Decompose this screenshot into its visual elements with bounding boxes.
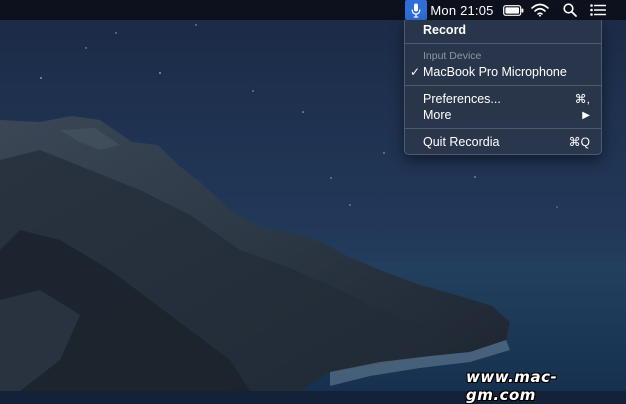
menu-bar-clock[interactable]: Mon 21:05 — [430, 0, 494, 20]
battery-status-item[interactable] — [502, 0, 524, 20]
menu-separator — [405, 43, 601, 44]
wifi-status-item[interactable] — [529, 0, 551, 20]
quit-label: Quit Recordia — [423, 135, 500, 149]
control-center-icon — [590, 4, 606, 16]
more-submenu-item[interactable]: More ▶ — [405, 106, 601, 124]
input-device-header-label: Input Device — [423, 50, 482, 62]
preferences-label: Preferences... — [423, 92, 501, 106]
device-label: MacBook Pro Microphone — [423, 65, 567, 79]
menu-separator — [405, 128, 601, 129]
quit-menu-item[interactable]: Quit Recordia ⌘Q — [405, 133, 601, 151]
input-device-menu-item-macbook-pro-microphone[interactable]: ✓ MacBook Pro Microphone — [405, 63, 601, 81]
spotlight-search-icon — [563, 3, 577, 17]
checkmark-icon: ✓ — [410, 65, 421, 79]
more-label: More — [423, 108, 452, 122]
preferences-shortcut: ⌘, — [574, 92, 590, 106]
wifi-icon — [531, 3, 549, 17]
menu-bar: Mon 21:05 — [0, 0, 626, 20]
recordia-status-item[interactable] — [405, 0, 427, 20]
record-menu-item[interactable]: Record — [405, 21, 601, 39]
recordia-dropdown-menu: Record Input Device ✓ MacBook Pro Microp… — [404, 20, 602, 155]
record-label: Record — [423, 23, 467, 37]
input-device-section-header: Input Device — [405, 49, 601, 63]
submenu-arrow-icon: ▶ — [582, 109, 590, 121]
battery-icon — [502, 4, 523, 16]
spotlight-status-item[interactable] — [560, 0, 580, 20]
control-center-status-item[interactable] — [588, 0, 608, 20]
quit-shortcut: ⌘Q — [568, 135, 590, 149]
watermark-text: www.mac-gm.com — [466, 368, 558, 404]
menu-separator — [405, 85, 601, 86]
microphone-icon — [411, 3, 421, 18]
